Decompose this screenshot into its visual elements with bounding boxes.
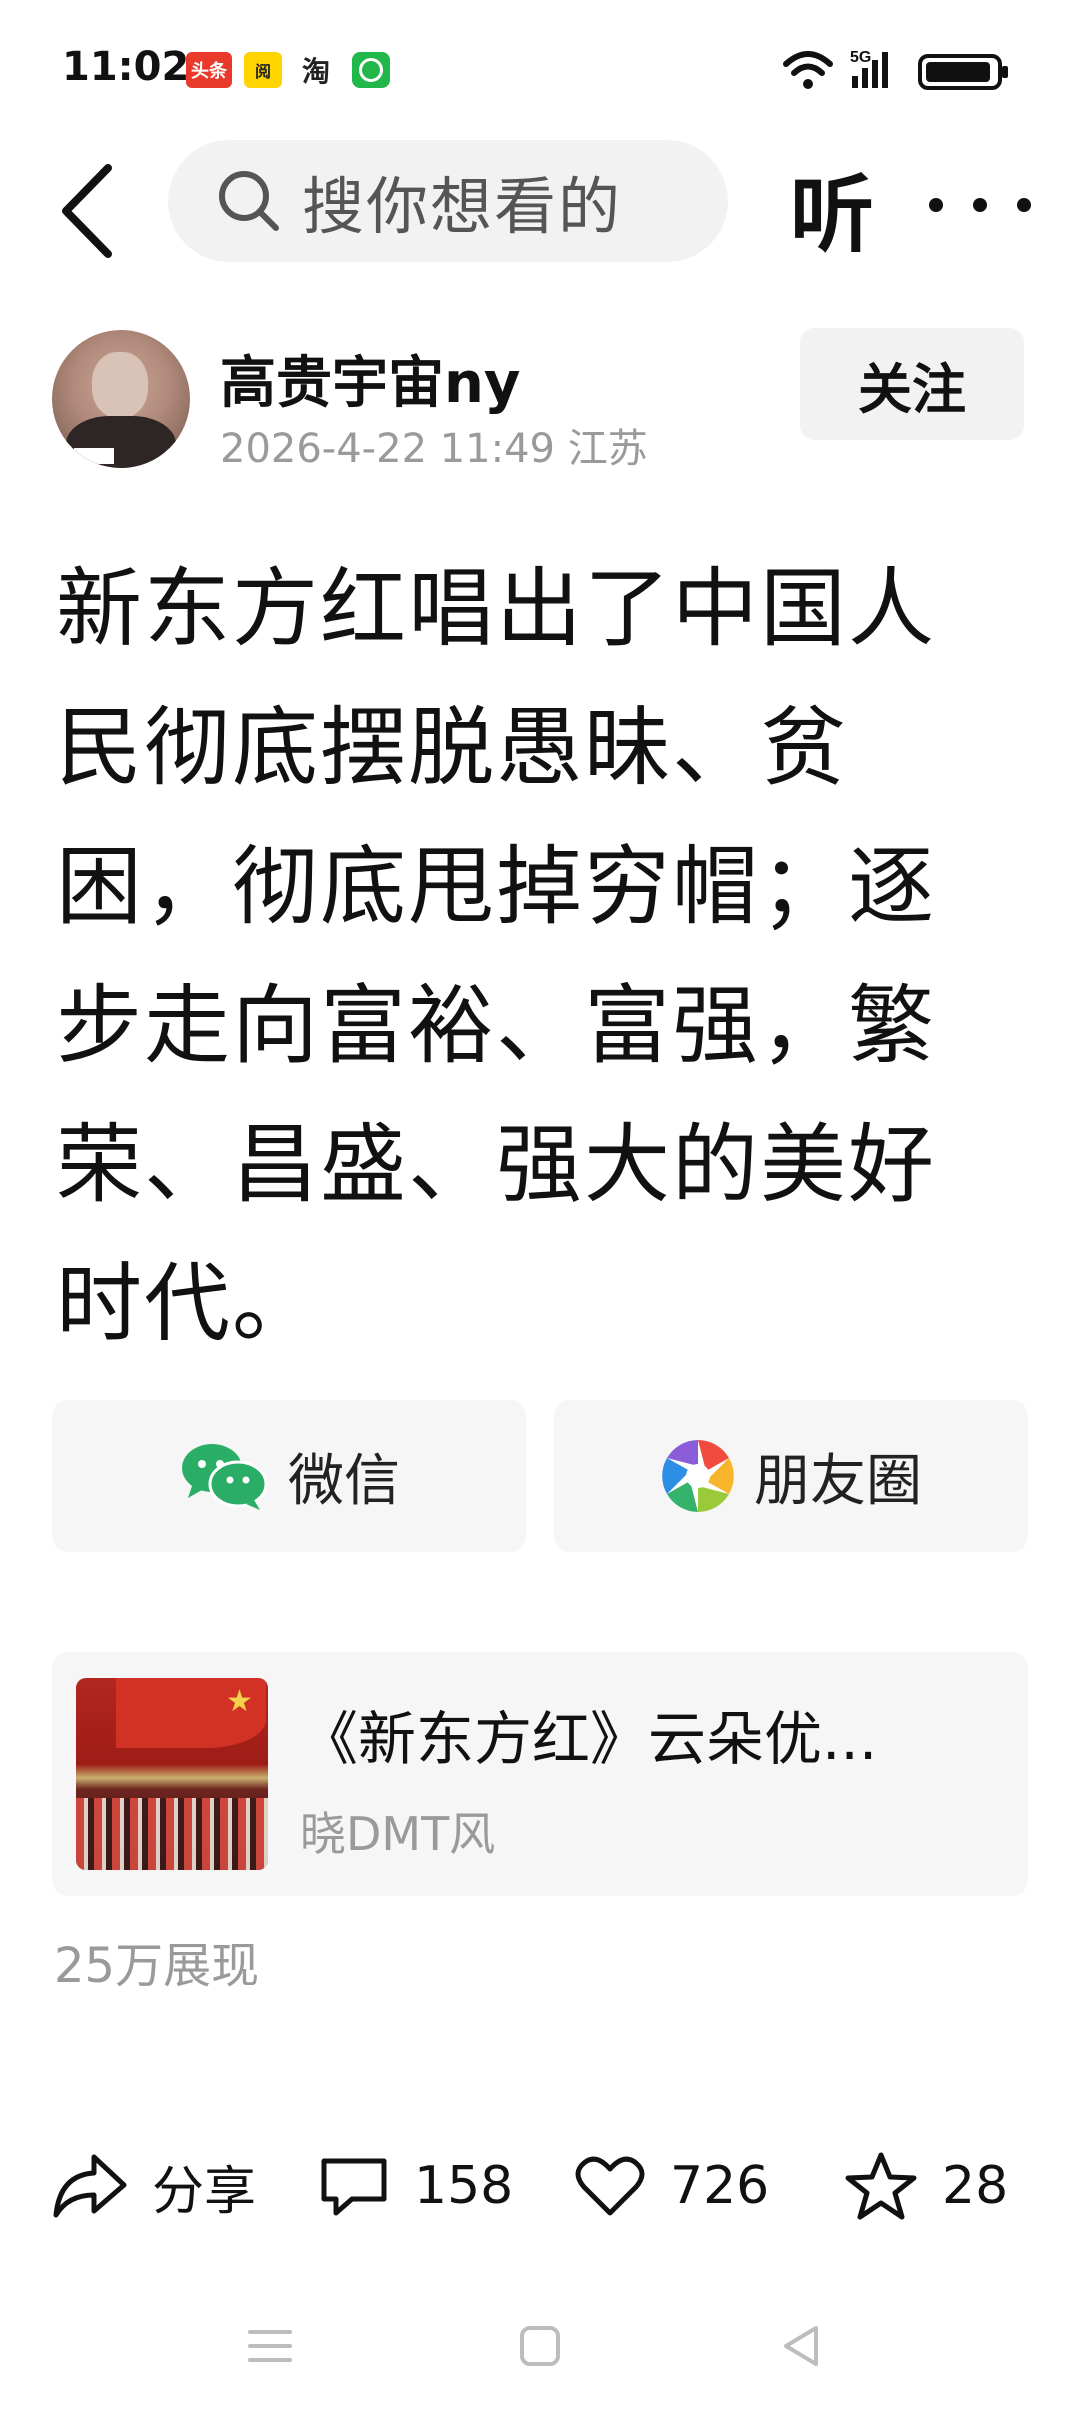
related-thumbnail: ★ xyxy=(76,1678,268,1870)
article-line: 步走向富裕、富强，繁 xyxy=(56,976,936,1076)
status-indicators: 5G xyxy=(780,46,1020,96)
back-button[interactable] xyxy=(52,156,122,266)
taobao-app-icon: 淘 xyxy=(301,55,330,88)
status-bar: 11:02 头条 阅 淘 5G xyxy=(0,0,1080,140)
recent-apps-button[interactable] xyxy=(240,2316,300,2376)
listen-button[interactable]: 听 xyxy=(790,148,874,269)
thumbnail-crowd xyxy=(76,1798,268,1870)
article-body: 新东方红唱出了中国人 民彻底摆脱愚昧、贫 困，彻底甩掉穷帽；逐 步走向富裕、富强… xyxy=(56,540,986,1374)
share-action[interactable]: 分享 xyxy=(52,2144,256,2228)
impressions-count: 25万展现 xyxy=(54,1938,260,1994)
follow-button[interactable]: 关注 xyxy=(800,328,1024,440)
triangle-back-icon xyxy=(784,2326,818,2366)
reader-app-icon: 阅 xyxy=(244,52,282,88)
menu-lines-icon xyxy=(248,2330,292,2362)
more-options-button[interactable] xyxy=(920,180,1040,230)
author-row: 高贵宇宙ny 2026-4-22 11:49 江苏 关注 xyxy=(0,320,1080,480)
author-avatar[interactable] xyxy=(52,330,190,468)
comment-icon xyxy=(321,2158,387,2216)
search-placeholder: 搜你想看的 xyxy=(302,170,623,243)
upload-app-icon xyxy=(352,52,390,88)
article-line: 荣、昌盛、强大的美好 xyxy=(56,1115,936,1215)
article-line: 时代。 xyxy=(56,1254,320,1354)
related-source: 晓DMT风 xyxy=(300,1807,496,1861)
share-moments-button[interactable]: 朋友圈 xyxy=(554,1400,1028,1552)
wifi-icon xyxy=(783,51,833,89)
share-wechat-label: 微信 xyxy=(288,1448,400,1514)
square-home-icon xyxy=(520,2326,560,2366)
share-wechat-button[interactable]: 微信 xyxy=(52,1400,526,1552)
search-input[interactable]: 搜你想看的 xyxy=(168,140,728,262)
system-back-button[interactable] xyxy=(772,2316,832,2376)
share-action-label: 分享 xyxy=(152,2161,257,2222)
avatar-badge xyxy=(74,448,114,464)
post-location: 江苏 xyxy=(567,426,648,472)
post-date: 2026-4-22 11:49 xyxy=(220,426,555,472)
share-arrow-icon xyxy=(53,2154,127,2218)
search-icon xyxy=(219,171,279,231)
toutiao-app-icon: 头条 xyxy=(186,52,232,88)
status-time: 11:02 xyxy=(62,44,190,90)
share-row: 微信 朋友圈 xyxy=(52,1400,1028,1552)
star-icon xyxy=(845,2152,917,2220)
like-action[interactable]: 726 xyxy=(574,2144,769,2228)
article-line: 民彻底摆脱愚昧、贫 xyxy=(56,698,848,798)
like-count: 726 xyxy=(670,2156,770,2216)
wechat-icon xyxy=(182,1444,268,1510)
more-dots-icon xyxy=(929,198,1031,212)
share-moments-label: 朋友圈 xyxy=(754,1448,922,1514)
favorite-count: 28 xyxy=(942,2156,1009,2216)
home-button[interactable] xyxy=(510,2316,570,2376)
system-nav-bar xyxy=(0,2290,1080,2412)
related-video-card[interactable]: ★ 《新东方红》云朵优... 晓DMT风 xyxy=(52,1652,1028,1896)
article-line: 困，彻底甩掉穷帽；逐 xyxy=(56,837,936,937)
comment-count: 158 xyxy=(414,2156,514,2216)
avatar-face xyxy=(92,352,148,418)
battery-icon xyxy=(918,54,1008,90)
post-meta: 2026-4-22 11:49 江苏 xyxy=(220,416,648,474)
heart-icon xyxy=(575,2156,645,2216)
comment-action[interactable]: 158 xyxy=(318,2144,513,2228)
chevron-left-icon xyxy=(62,164,112,258)
related-title: 《新东方红》云朵优... xyxy=(300,1705,878,1773)
network-type-label: 5G xyxy=(850,49,871,66)
favorite-action[interactable]: 28 xyxy=(844,2144,1008,2228)
author-name[interactable]: 高贵宇宙ny xyxy=(220,338,520,419)
cellular-signal-icon: 5G xyxy=(850,49,888,88)
article-line: 新东方红唱出了中国人 xyxy=(56,559,936,659)
top-nav: 搜你想看的 听 xyxy=(0,140,1080,290)
star-icon: ★ xyxy=(226,1684,253,1719)
moments-aperture-icon xyxy=(662,1440,734,1512)
action-bar: 分享 158 726 28 xyxy=(0,2130,1080,2240)
